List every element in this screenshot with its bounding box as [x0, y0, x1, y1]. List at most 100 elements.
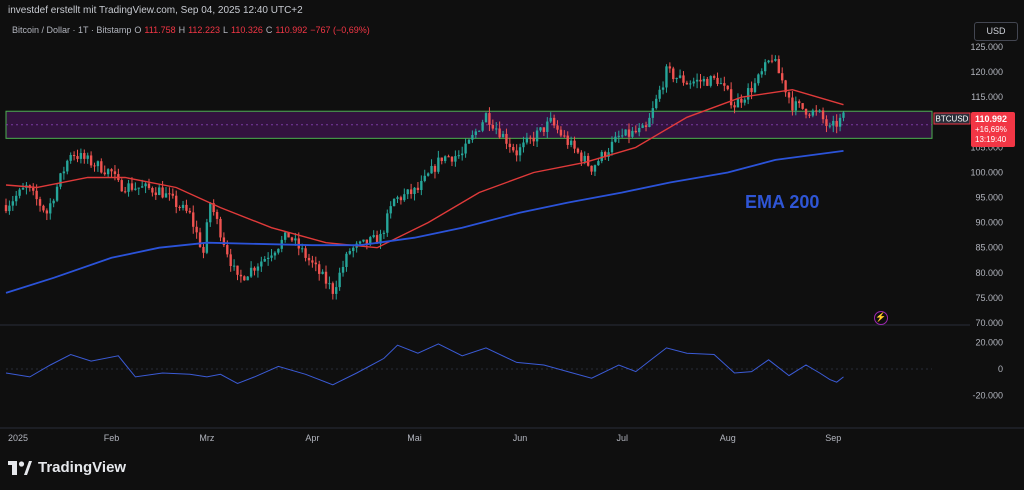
- candle-body: [202, 246, 205, 253]
- candle-body: [716, 77, 719, 84]
- candle-body: [175, 195, 178, 207]
- candle-body: [491, 124, 495, 129]
- candle-body: [273, 252, 277, 256]
- candle-body: [617, 135, 620, 137]
- oscillator-tick-label: 0: [998, 364, 1003, 374]
- candle-body: [154, 192, 157, 195]
- candle-body: [791, 97, 794, 111]
- candle-body: [447, 156, 450, 158]
- candle-body: [685, 82, 689, 85]
- support-zone: [5, 110, 933, 139]
- candle-body: [460, 153, 464, 156]
- candle-body: [614, 136, 617, 142]
- oscillator-tick-label: -20.000: [972, 390, 1003, 400]
- candle-body: [525, 137, 529, 143]
- candle-body: [270, 255, 273, 258]
- candle-body: [729, 89, 733, 106]
- candle-body: [753, 83, 757, 93]
- candle-body: [15, 195, 18, 202]
- candle-body: [195, 226, 198, 233]
- candle-body: [290, 237, 294, 241]
- y-tick-label: 80.000: [975, 268, 1003, 278]
- candle-body: [763, 62, 767, 72]
- candle-body: [757, 74, 760, 84]
- lightning-alert-icon[interactable]: ⚡: [874, 311, 888, 325]
- candle-body: [501, 133, 505, 138]
- candle-body: [467, 139, 471, 144]
- candle-body: [89, 155, 93, 166]
- candle-body: [478, 130, 481, 132]
- candle-body: [726, 85, 729, 90]
- candle-body: [539, 127, 542, 131]
- candle-body: [113, 171, 117, 175]
- candle-body: [498, 128, 501, 138]
- x-tick-label: Apr: [305, 433, 319, 443]
- candle-body: [774, 59, 777, 61]
- candle-body: [454, 156, 457, 162]
- y-tick-label: 70.000: [975, 318, 1003, 328]
- candle-body: [518, 147, 522, 156]
- candle-body: [8, 205, 11, 212]
- candle-body: [706, 78, 709, 86]
- candle-body: [219, 218, 222, 238]
- candle-body: [392, 198, 396, 207]
- candle-body: [144, 183, 147, 187]
- candle-body: [689, 83, 692, 85]
- candle-body: [682, 75, 685, 83]
- tradingview-logo[interactable]: TradingView: [8, 459, 126, 476]
- candle-body: [505, 133, 508, 144]
- candle-body: [243, 276, 246, 281]
- candle-body: [760, 71, 763, 75]
- candle-body: [300, 248, 304, 250]
- candle-body: [55, 186, 59, 201]
- candle-body: [236, 265, 239, 275]
- candle-body: [610, 141, 614, 153]
- candle-body: [32, 187, 35, 191]
- candle-body: [38, 199, 42, 206]
- candle-body: [801, 103, 804, 109]
- candle-body: [542, 127, 546, 132]
- candle-body: [396, 197, 399, 199]
- candle-body: [767, 60, 770, 63]
- x-tick-label: 2025: [8, 433, 28, 443]
- candle-body: [552, 117, 556, 126]
- candle-body: [226, 245, 229, 255]
- badge-countdown: 13:19:40: [975, 135, 1007, 144]
- candle-body: [593, 165, 597, 172]
- badge-price: 110.992: [975, 114, 1007, 124]
- candle-body: [283, 232, 287, 240]
- candle-body: [42, 205, 45, 211]
- candle-body: [345, 253, 348, 267]
- candle-body: [712, 76, 716, 78]
- candle-body: [59, 173, 62, 187]
- price-chart[interactable]: 125.000120.000115.000110.000105.000100.0…: [0, 0, 1024, 490]
- candle-body: [103, 172, 106, 175]
- candle-body: [372, 235, 375, 238]
- candle-body: [110, 169, 113, 172]
- candle-body: [256, 266, 260, 271]
- candle-body: [123, 191, 127, 193]
- candle-body: [328, 283, 331, 285]
- candle-body: [709, 76, 712, 86]
- x-tick-label: Mai: [407, 433, 422, 443]
- candle-body: [631, 130, 634, 137]
- candle-body: [130, 183, 134, 190]
- candle-body: [403, 194, 406, 201]
- ticker-badge-text: BTCUSD: [936, 115, 969, 124]
- candle-body: [787, 92, 791, 98]
- candle-body: [770, 60, 774, 62]
- candle-body: [4, 205, 8, 212]
- candle-body: [137, 187, 140, 189]
- candle-body: [746, 88, 750, 100]
- candle-body: [692, 81, 695, 84]
- candle-body: [750, 88, 753, 93]
- candle-body: [464, 143, 467, 154]
- candle-body: [69, 154, 72, 161]
- candle-body: [450, 156, 454, 162]
- candle-body: [49, 203, 52, 214]
- candle-body: [304, 248, 307, 258]
- support-zone-group: [5, 110, 933, 139]
- candle-body: [158, 187, 161, 195]
- candle-body: [324, 271, 328, 284]
- candle-body: [229, 254, 232, 267]
